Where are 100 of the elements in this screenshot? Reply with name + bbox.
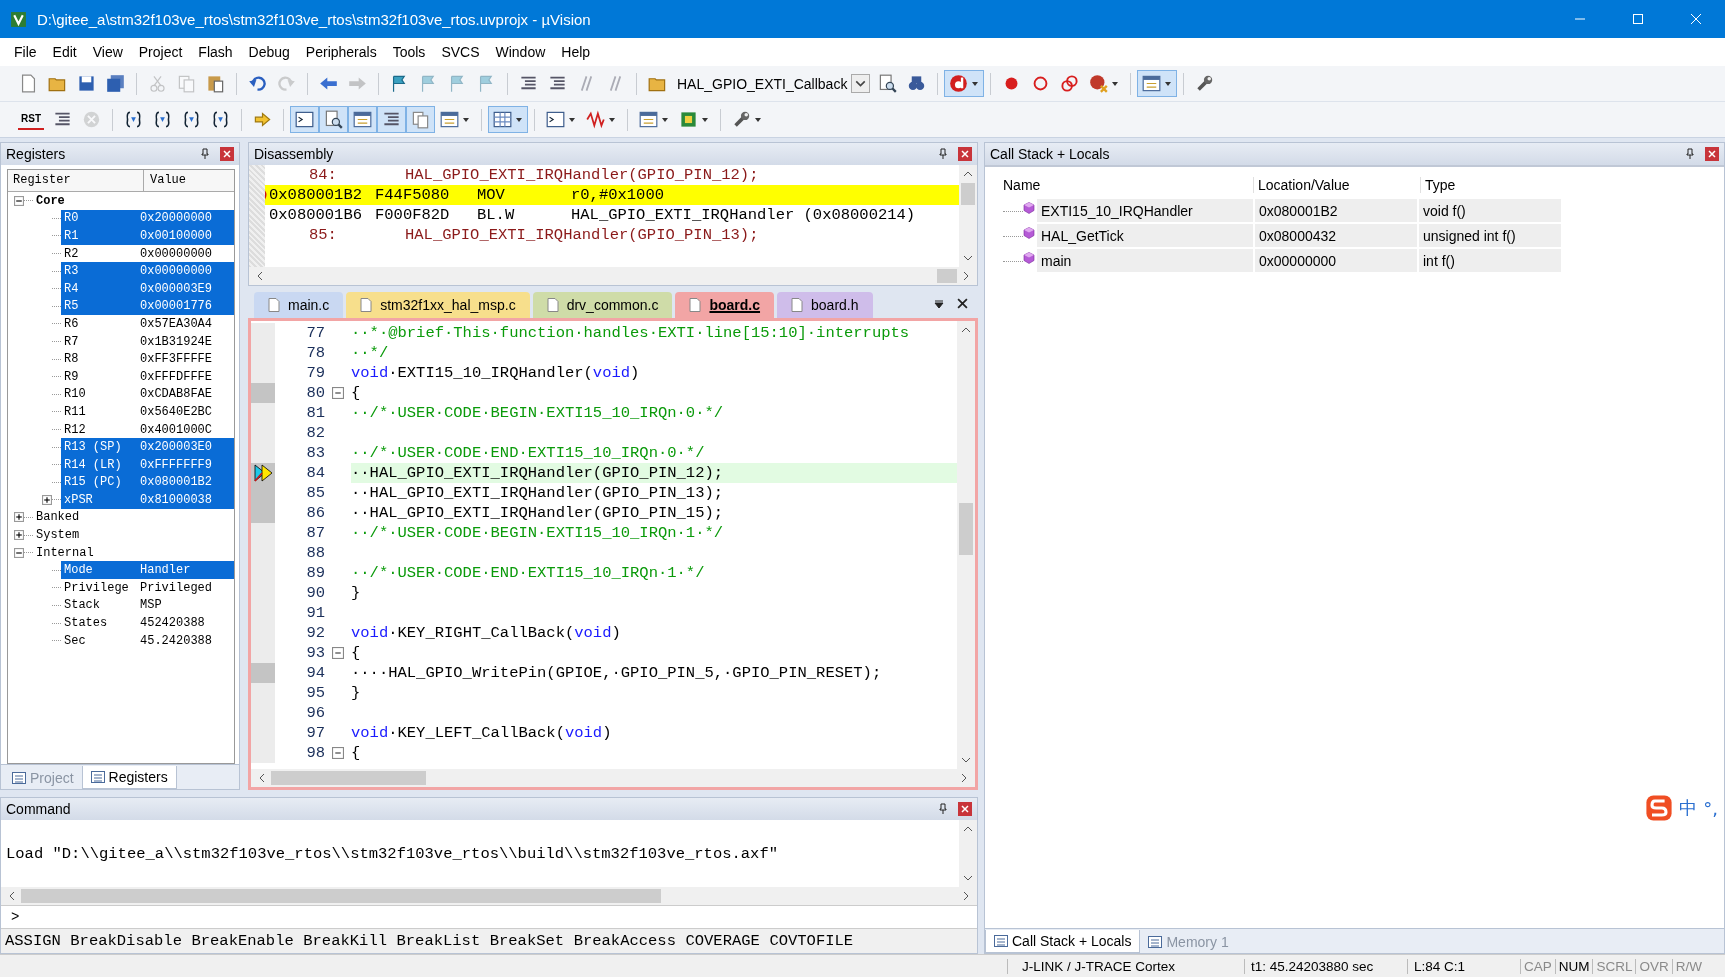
expander-icon[interactable] [42, 494, 52, 505]
gutter-cell[interactable] [251, 683, 275, 703]
input-method-logo-icon[interactable] [1645, 794, 1674, 822]
register-name[interactable]: R6 [64, 316, 140, 331]
memory-window-icon[interactable] [493, 110, 512, 129]
caret-icon[interactable] [1111, 79, 1120, 88]
caret-icon[interactable] [462, 115, 470, 124]
menu-item[interactable]: View [84, 42, 131, 62]
panel-tab[interactable]: Call Stack + Locals [985, 930, 1141, 953]
serial-window-icon[interactable] [546, 110, 565, 129]
tools-icon[interactable] [732, 110, 751, 129]
gutter-cell[interactable] [251, 643, 275, 663]
input-mode-label[interactable]: °, [1703, 797, 1718, 819]
menu-item[interactable]: Project [130, 42, 191, 62]
scroll-up-icon[interactable] [963, 171, 973, 177]
chip-icon[interactable] [679, 110, 698, 129]
register-name[interactable]: Sec [64, 633, 140, 648]
register-name[interactable]: R11 [64, 404, 140, 419]
register-name[interactable]: R10 [64, 387, 140, 402]
maximize-icon[interactable] [1632, 13, 1644, 25]
watch-window-icon[interactable] [440, 110, 459, 129]
input-mode-label[interactable]: 中 [1679, 796, 1698, 820]
caret-icon[interactable] [608, 115, 616, 124]
horizontal-scrollbar[interactable] [249, 267, 977, 285]
gutter-cell[interactable] [251, 663, 275, 683]
register-name[interactable]: Privilege [64, 580, 140, 595]
menu-item[interactable]: Flash [190, 42, 241, 62]
expander-icon[interactable] [14, 530, 24, 541]
pin-icon[interactable] [1685, 148, 1695, 160]
register-name[interactable]: Stack [64, 598, 140, 613]
register-name[interactable]: R14 (LR) [64, 457, 140, 472]
file-tab[interactable]: stm32f1xx_hal_msp.c [346, 292, 530, 318]
run-to-cursor-icon[interactable] [211, 110, 230, 129]
close-icon[interactable] [957, 298, 968, 309]
scroll-thumb[interactable] [21, 889, 661, 903]
column-header[interactable]: Value [144, 170, 186, 191]
vertical-scrollbar[interactable] [959, 820, 977, 887]
scroll-right-icon[interactable] [961, 773, 967, 783]
register-name[interactable]: R4 [64, 281, 140, 296]
scroll-thumb[interactable] [961, 183, 975, 205]
menu-item[interactable]: Help [553, 42, 599, 62]
command-window-icon[interactable] [295, 110, 314, 129]
gutter-cell[interactable] [251, 383, 275, 403]
register-name[interactable]: xPSR [64, 492, 140, 507]
gutter-cell[interactable] [251, 323, 275, 343]
file-tab[interactable]: main.c [254, 292, 344, 318]
paste-icon[interactable] [206, 74, 225, 93]
gutter-cell[interactable] [251, 743, 275, 763]
menu-item[interactable]: File [6, 42, 45, 62]
disassembly-window-icon[interactable] [324, 110, 343, 129]
scroll-left-icon[interactable] [9, 891, 15, 901]
function-name[interactable]: main [1037, 249, 1253, 274]
caret-icon[interactable] [1164, 79, 1173, 88]
save-all-icon[interactable] [106, 74, 125, 93]
column-header[interactable]: Name [991, 177, 1253, 193]
register-name[interactable]: States [64, 616, 140, 631]
tab-list-icon[interactable] [934, 299, 944, 309]
debug-icon[interactable] [949, 74, 969, 93]
pin-icon[interactable] [200, 148, 210, 160]
register-name[interactable]: R8 [64, 352, 140, 367]
wrench-icon[interactable] [1195, 74, 1215, 93]
horizontal-scrollbar[interactable] [1, 887, 977, 905]
column-header[interactable]: Type [1420, 177, 1561, 193]
menu-item[interactable]: Window [487, 42, 554, 62]
register-name[interactable]: Mode [64, 563, 140, 578]
register-name[interactable]: Core [36, 193, 112, 208]
scroll-right-icon[interactable] [963, 271, 969, 281]
menu-item[interactable]: Tools [384, 42, 434, 62]
scroll-up-icon[interactable] [963, 826, 973, 832]
caret-icon[interactable] [701, 115, 709, 124]
call-stack-window-icon[interactable] [411, 110, 430, 129]
scroll-down-icon[interactable] [963, 255, 973, 261]
trace-icon[interactable] [586, 110, 605, 129]
gutter-cell[interactable] [251, 443, 275, 463]
register-name[interactable]: Internal [36, 545, 112, 560]
gutter-cell[interactable] [251, 403, 275, 423]
register-name[interactable]: Banked [36, 510, 112, 525]
file-tab[interactable]: board.h [777, 292, 873, 318]
register-name[interactable]: R5 [64, 299, 140, 314]
menu-item[interactable]: SVCS [433, 42, 488, 62]
caret-icon[interactable] [754, 115, 762, 124]
scroll-thumb[interactable] [959, 503, 973, 555]
register-name[interactable]: R2 [64, 246, 140, 261]
scroll-down-icon[interactable] [961, 757, 971, 763]
scroll-down-icon[interactable] [963, 875, 973, 881]
symbols-window-icon[interactable] [353, 110, 372, 129]
pin-icon[interactable] [938, 148, 948, 160]
file-tab[interactable]: board.c [675, 292, 775, 318]
vertical-scrollbar[interactable] [957, 321, 975, 769]
linked-circles-icon[interactable] [1060, 74, 1080, 93]
register-name[interactable]: R7 [64, 334, 140, 349]
scroll-thumb[interactable] [271, 771, 426, 785]
register-name[interactable]: R3 [64, 264, 140, 279]
menu-item[interactable]: Peripherals [297, 42, 385, 62]
window-icon[interactable] [1142, 74, 1162, 93]
caret-icon[interactable] [971, 79, 980, 88]
breakpoint-cross-icon[interactable] [1089, 74, 1109, 93]
function-name[interactable]: EXTI15_10_IRQHandler [1037, 199, 1253, 224]
scroll-thumb[interactable] [937, 269, 957, 283]
column-header[interactable]: Location/Value [1253, 177, 1420, 193]
